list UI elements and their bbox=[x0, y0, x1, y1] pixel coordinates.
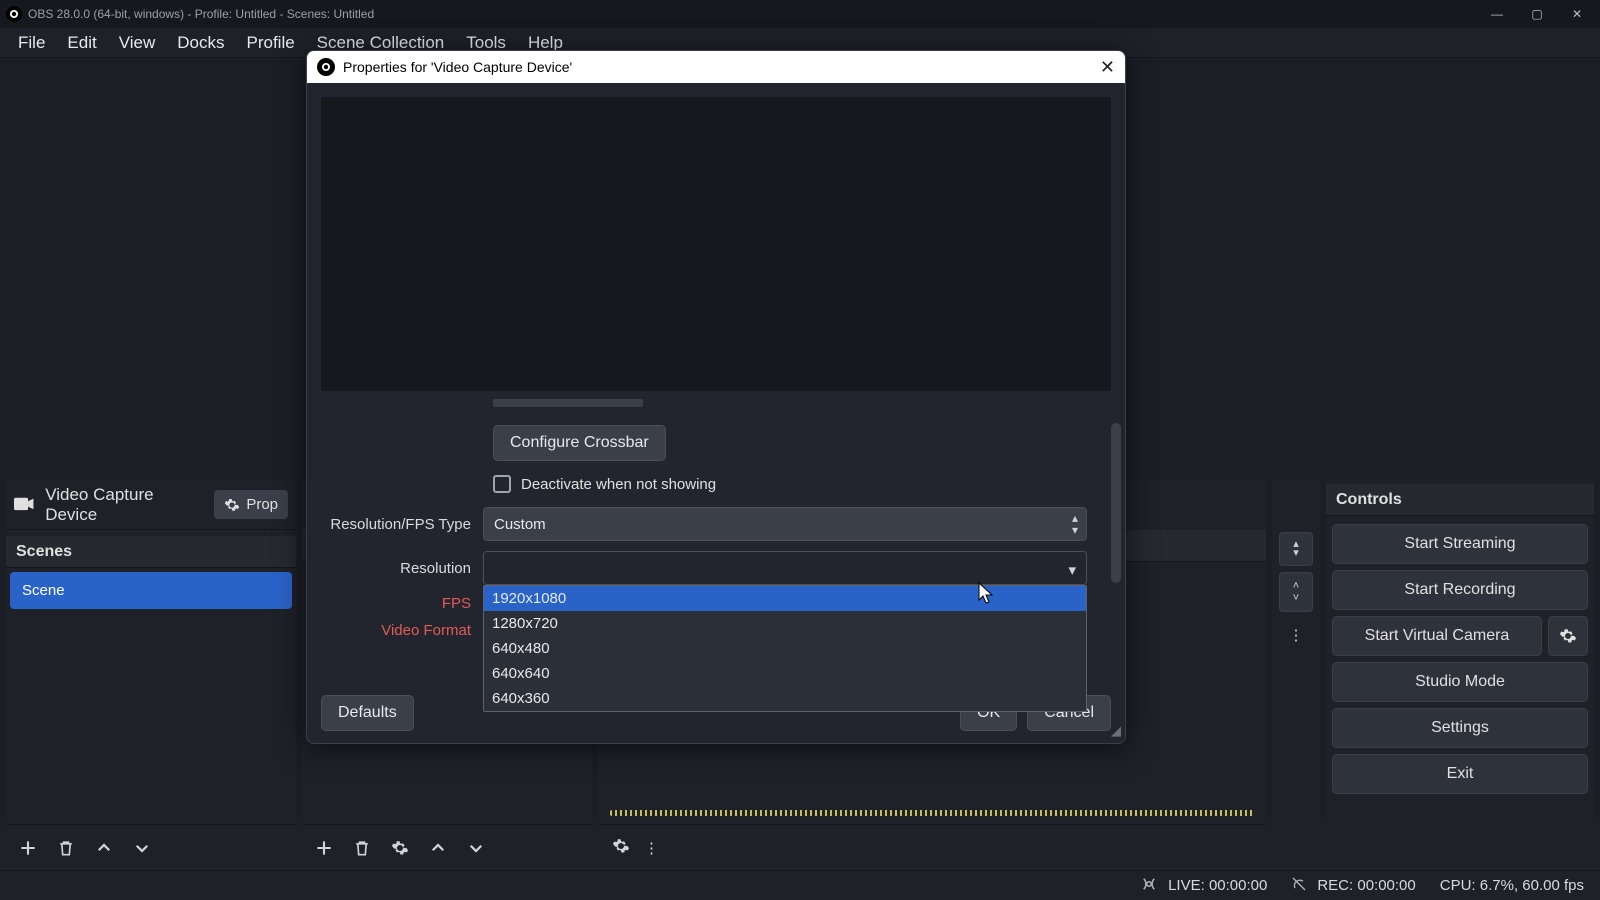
statusbar: LIVE: 00:00:00 REC: 00:00:00 CPU: 6.7%, … bbox=[0, 870, 1600, 900]
menu-profile[interactable]: Profile bbox=[236, 29, 304, 57]
dialog-body: Configure Crossbar Deactivate when not s… bbox=[307, 83, 1125, 683]
obs-logo-icon bbox=[317, 58, 335, 76]
source-properties-gear-button[interactable] bbox=[388, 836, 412, 860]
controls-column: Controls Start Streaming Start Recording… bbox=[1326, 480, 1594, 870]
menu-edit[interactable]: Edit bbox=[57, 29, 106, 57]
resize-grip-icon[interactable]: ◢ bbox=[1111, 723, 1121, 739]
dialog-title-text: Properties for 'Video Capture Device' bbox=[343, 59, 572, 75]
resolution-option-640x480[interactable]: 640x480 bbox=[484, 636, 1086, 661]
scenes-dock-header: Scenes bbox=[6, 536, 296, 568]
broadcast-icon bbox=[1140, 875, 1158, 897]
dialog-scroll-stub bbox=[493, 399, 643, 407]
remove-source-button[interactable] bbox=[350, 836, 374, 860]
resolution-dropdown: 1920x1080 1280x720 640x480 640x640 640x3… bbox=[483, 585, 1087, 712]
gear-icon bbox=[224, 497, 240, 513]
scenes-list[interactable]: Scene bbox=[6, 568, 296, 824]
dialog-close-button[interactable]: ✕ bbox=[1100, 57, 1115, 78]
status-cpu: CPU: 6.7%, 60.00 fps bbox=[1440, 877, 1584, 894]
minimize-icon[interactable]: — bbox=[1486, 7, 1508, 21]
resfps-type-label: Resolution/FPS Type bbox=[321, 516, 483, 533]
mouse-cursor-icon bbox=[978, 582, 996, 610]
window-title-text: OBS 28.0.0 (64-bit, windows) - Profile: … bbox=[28, 7, 374, 21]
dialog-video-preview bbox=[321, 97, 1111, 391]
spinner-arrows-icon: ▴▾ bbox=[1072, 512, 1078, 536]
source-move-down-button[interactable] bbox=[464, 836, 488, 860]
configure-crossbar-button[interactable]: Configure Crossbar bbox=[493, 425, 666, 461]
chevron-down-icon: ▾ bbox=[1068, 561, 1076, 579]
defaults-button[interactable]: Defaults bbox=[321, 695, 414, 731]
dialog-titlebar[interactable]: Properties for 'Video Capture Device' ✕ bbox=[307, 51, 1125, 83]
resolution-select[interactable]: ▾ bbox=[483, 551, 1087, 585]
resolution-option-1280x720[interactable]: 1280x720 bbox=[484, 611, 1086, 636]
add-scene-button[interactable] bbox=[16, 836, 40, 860]
transition-menu-button[interactable]: ⋮ bbox=[1279, 618, 1313, 652]
close-icon[interactable]: ✕ bbox=[1566, 7, 1588, 21]
obs-logo-icon bbox=[6, 6, 22, 22]
exit-button[interactable]: Exit bbox=[1332, 754, 1588, 794]
resolution-option-640x640[interactable]: 640x640 bbox=[484, 661, 1086, 686]
deactivate-label: Deactivate when not showing bbox=[521, 476, 716, 493]
start-virtual-camera-button[interactable]: Start Virtual Camera bbox=[1332, 616, 1542, 656]
gear-icon bbox=[1559, 627, 1577, 645]
controls-body: Start Streaming Start Recording Start Vi… bbox=[1326, 516, 1594, 870]
status-rec: REC: 00:00:00 bbox=[1317, 877, 1415, 894]
fps-label: FPS bbox=[321, 595, 483, 612]
controls-dock-header: Controls bbox=[1326, 484, 1594, 516]
deactivate-checkbox[interactable] bbox=[493, 475, 511, 493]
mixer-menu-button[interactable]: ⋮ bbox=[644, 839, 659, 857]
video-format-label: Video Format bbox=[321, 622, 483, 639]
scenes-column: Video Capture Device Prop Scenes Scene bbox=[6, 480, 296, 870]
resfps-type-select[interactable]: Custom ▴▾ bbox=[483, 507, 1087, 541]
start-streaming-button[interactable]: Start Streaming bbox=[1332, 524, 1588, 564]
studio-mode-button[interactable]: Studio Mode bbox=[1332, 662, 1588, 702]
virtual-camera-settings-button[interactable] bbox=[1548, 616, 1588, 656]
menu-view[interactable]: View bbox=[109, 29, 166, 57]
dialog-scrollbar[interactable] bbox=[1111, 423, 1121, 583]
scene-move-up-button[interactable] bbox=[92, 836, 116, 860]
transition-column: ▴▾ ˄ ˅ ⋮ bbox=[1272, 480, 1320, 870]
transition-duration-spinner[interactable]: ˄ ˅ bbox=[1279, 572, 1313, 612]
maximize-icon[interactable]: ▢ bbox=[1526, 7, 1548, 21]
properties-button-label: Prop bbox=[246, 496, 278, 513]
menu-file[interactable]: File bbox=[8, 29, 55, 57]
start-recording-button[interactable]: Start Recording bbox=[1332, 570, 1588, 610]
selected-source-name: Video Capture Device bbox=[45, 485, 204, 525]
resolution-label: Resolution bbox=[321, 560, 483, 577]
resfps-type-value: Custom bbox=[494, 516, 546, 533]
resolution-option-640x360[interactable]: 640x360 bbox=[484, 686, 1086, 711]
scene-item-scene[interactable]: Scene bbox=[10, 572, 292, 609]
mixer-advanced-button[interactable] bbox=[612, 837, 630, 859]
scenes-toolbar bbox=[6, 824, 296, 870]
source-properties-button[interactable]: Prop bbox=[214, 490, 288, 519]
sources-toolbar bbox=[302, 824, 592, 870]
properties-dialog: Properties for 'Video Capture Device' ✕ … bbox=[306, 50, 1126, 744]
window-titlebar: OBS 28.0.0 (64-bit, windows) - Profile: … bbox=[0, 0, 1600, 28]
settings-button[interactable]: Settings bbox=[1332, 708, 1588, 748]
selected-source-header: Video Capture Device Prop bbox=[6, 480, 296, 530]
no-signal-icon bbox=[1291, 876, 1307, 896]
remove-scene-button[interactable] bbox=[54, 836, 78, 860]
status-live: LIVE: 00:00:00 bbox=[1168, 877, 1267, 894]
source-move-up-button[interactable] bbox=[426, 836, 450, 860]
camera-icon bbox=[14, 496, 35, 514]
scene-move-down-button[interactable] bbox=[130, 836, 154, 860]
add-source-button[interactable] bbox=[312, 836, 336, 860]
menu-docks[interactable]: Docks bbox=[167, 29, 234, 57]
mixer-toolbar: ⋮ bbox=[598, 824, 1266, 870]
transition-select-stub[interactable]: ▴▾ bbox=[1279, 532, 1313, 566]
